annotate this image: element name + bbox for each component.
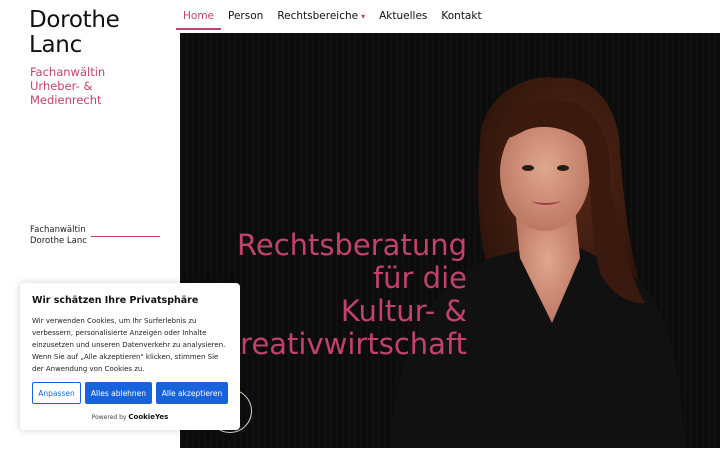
site-title[interactable]: Dorothe Lanc <box>29 7 120 58</box>
cookie-banner: Wir schätzen Ihre Privatsphäre Wir verwe… <box>20 283 240 430</box>
site-subtitle-line1: Fachanwältin <box>30 65 106 79</box>
sidebar-credit-line1: Fachanwältin <box>30 225 86 235</box>
nav-item-rechtsbereiche-label: Rechtsbereiche <box>277 10 359 22</box>
chevron-down-icon: ▾ <box>361 12 366 21</box>
main-nav: Home Person Rechtsbereiche ▾ Aktuelles Ko… <box>176 0 489 30</box>
nav-item-rechtsbereiche[interactable]: Rechtsbereiche ▾ <box>270 0 372 30</box>
accept-all-button[interactable]: Alle akzeptieren <box>156 382 228 404</box>
powered-by[interactable]: Powered by CookieYes <box>20 413 240 421</box>
site-title-line2: Lanc <box>29 32 82 58</box>
cookie-buttons: Anpassen Alles ablehnen Alle akzeptieren <box>32 382 228 404</box>
powered-by-prefix: Powered by <box>91 414 127 421</box>
nav-item-aktuelles[interactable]: Aktuelles <box>372 0 434 30</box>
cookie-text: Wir verwenden Cookies, um Ihr Surferlebn… <box>32 317 226 373</box>
hero-heading-line1: Rechtsberatung <box>237 228 467 262</box>
site-subtitle-line2: Urheber- & <box>30 79 93 93</box>
nav-item-home[interactable]: Home <box>176 0 222 30</box>
nav-item-person[interactable]: Person <box>221 0 270 30</box>
nav-item-kontakt[interactable]: Kontakt <box>434 0 488 30</box>
site-subtitle-line3: Medienrecht <box>30 93 102 107</box>
hero-section: Rechtsberatung für die Kultur- & Kreativ… <box>180 33 720 448</box>
cookieyes-logo: CookieYes <box>128 413 169 421</box>
cookie-title: Wir schätzen Ihre Privatsphäre <box>32 295 199 306</box>
customize-button[interactable]: Anpassen <box>32 382 81 404</box>
sidebar-divider <box>91 236 160 237</box>
sidebar-credit-line2: Dorothe Lanc <box>30 236 87 246</box>
sidebar-credit: Fachanwältin Dorothe Lanc <box>30 225 87 247</box>
site-title-line1: Dorothe <box>29 7 120 33</box>
reject-all-button[interactable]: Alles ablehnen <box>85 382 152 404</box>
site-subtitle: Fachanwältin Urheber- & Medienrecht <box>30 65 105 107</box>
